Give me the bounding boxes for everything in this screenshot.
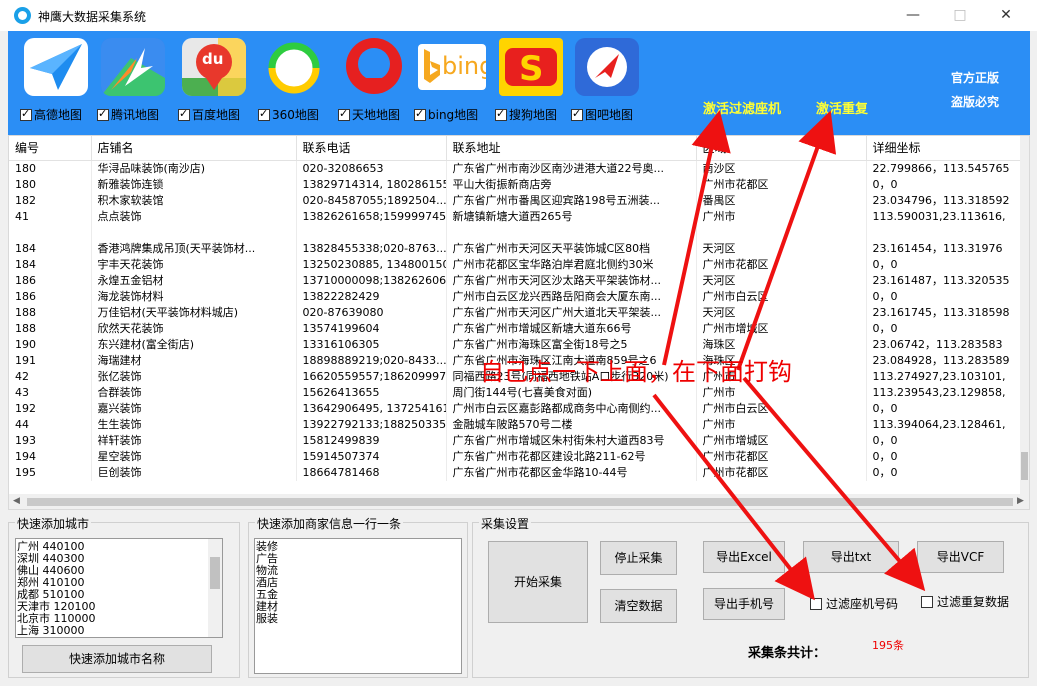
arrow-to-activate-filter (662, 110, 731, 366)
arrow-to-activate-dup (736, 110, 837, 371)
annotation-text: 自己点一下上面，在下面打钩 (480, 358, 792, 386)
arrow-to-filter-dup (742, 376, 926, 592)
annotation-arrows (652, 110, 926, 601)
arrow-to-filter-landline (652, 393, 815, 601)
app-window: 神鹰大数据采集系统 — □ ✕ 高德地图 腾讯地图 du 百度地图 (0, 0, 1037, 686)
